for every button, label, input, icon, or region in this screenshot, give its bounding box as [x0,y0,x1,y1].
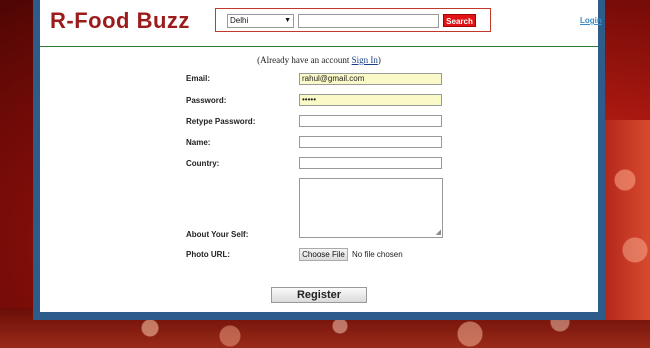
resize-grip-icon[interactable]: ◢ [436,229,441,236]
signin-link[interactable]: Sign In [352,55,378,65]
password-label: Password: [186,96,227,105]
account-prompt-prefix: (Already have an account [257,55,352,65]
photo-url-label: Photo URL: [186,250,230,259]
file-status: No file chosen [352,250,403,259]
email-label: Email: [186,74,211,83]
search-button[interactable]: Search [443,14,476,27]
search-bar: Delhi ▼ Search [215,8,491,32]
name-field[interactable] [299,136,442,148]
chevron-down-icon: ▼ [284,17,291,24]
city-select-value: Delhi [230,16,249,25]
about-textarea[interactable]: ◢ [299,178,443,238]
header: R-Food Buzz Delhi ▼ Search Login [40,0,602,47]
country-field[interactable] [299,157,442,169]
retype-password-label: Retype Password: [186,117,256,126]
retype-password-field[interactable] [299,115,442,127]
name-label: Name: [186,138,211,147]
password-field[interactable]: ••••• [299,94,442,106]
choose-file-button[interactable]: Choose File [299,248,348,261]
background-decoration-right [605,120,650,320]
site-logo[interactable]: R-Food Buzz [50,8,190,34]
city-select[interactable]: Delhi ▼ [227,14,294,28]
page-frame: R-Food Buzz Delhi ▼ Search Login (Alread… [33,0,605,320]
account-prompt-suffix: ) [377,55,381,65]
login-link[interactable]: Login [580,16,602,25]
country-label: Country: [186,159,220,168]
register-button[interactable]: Register [271,287,367,303]
email-field[interactable]: rahul@gmail.com [299,73,442,85]
about-label: About Your Self: [186,230,249,239]
main-panel: R-Food Buzz Delhi ▼ Search Login (Alread… [40,0,602,312]
search-input[interactable] [298,14,439,28]
account-prompt: (Already have an account Sign In) [40,55,598,65]
